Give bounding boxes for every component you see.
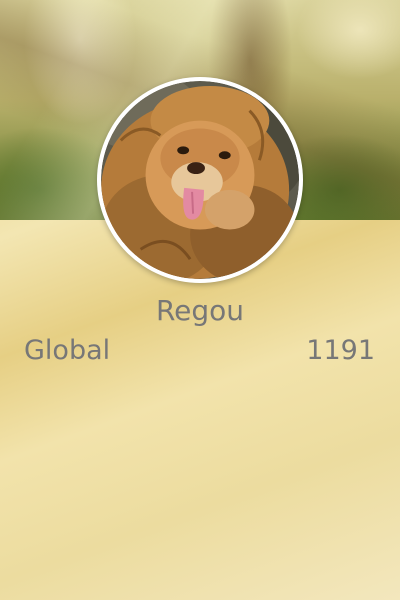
avatar[interactable] [97,77,303,283]
stat-label-global: Global [24,335,111,366]
lion-avatar-icon [101,81,299,279]
stat-value-global: 1191 [306,335,375,366]
username: Regou [155,294,245,327]
